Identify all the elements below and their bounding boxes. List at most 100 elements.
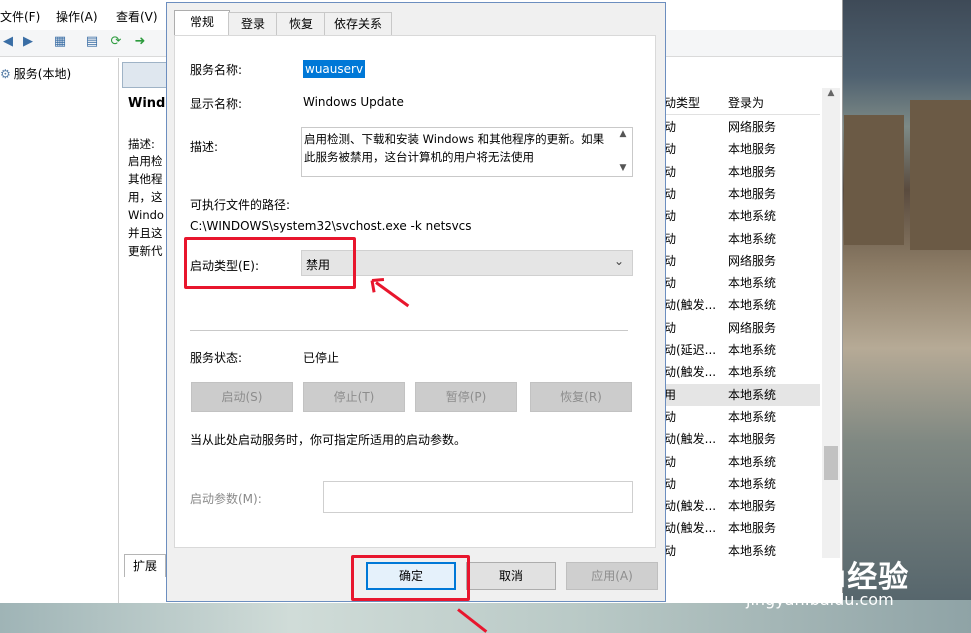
table-row[interactable]: 动 本地系统 — [664, 473, 820, 495]
service-name-label: 服务名称: — [190, 63, 243, 77]
properties-icon[interactable]: ▤ — [84, 34, 100, 50]
list-header: 动类型 登录为 — [660, 88, 820, 115]
row-logon-as: 本地系统 — [728, 276, 777, 291]
row-startup-type: 动(触发... — [664, 499, 717, 514]
tab-general[interactable]: 常规 — [174, 10, 230, 37]
apply-button[interactable]: 应用(A) — [566, 562, 658, 590]
tab-logon[interactable]: 登录 — [228, 12, 278, 35]
table-row[interactable]: 动(触发... 本地系统 — [664, 294, 820, 316]
back-icon[interactable]: ◀ — [0, 34, 16, 50]
annotation-box-ok — [351, 555, 470, 601]
table-row[interactable]: 动 本地系统 — [664, 272, 820, 294]
menu-file[interactable]: 文件(F) — [0, 8, 40, 25]
tab-recovery[interactable]: 恢复 — [276, 12, 326, 35]
scroll-up-icon[interactable]: ▲ — [615, 128, 631, 140]
row-startup-type: 动 — [664, 276, 677, 291]
tab-dependencies[interactable]: 依存关系 — [324, 12, 392, 35]
table-row[interactable]: 动 本地服务 — [664, 161, 820, 183]
column-logon-as[interactable]: 登录为 — [728, 94, 764, 111]
console-tree: ⚙ 服务(本地) — [0, 58, 119, 603]
description-scrollbar[interactable]: ▲ ▼ — [615, 128, 631, 176]
row-startup-type: 动 — [664, 120, 677, 134]
console-tree-icon[interactable]: ▦ — [52, 34, 68, 50]
refresh-icon[interactable]: ⟳ — [108, 34, 124, 50]
table-row[interactable]: 动 本地系统 — [664, 451, 820, 473]
service-name-value[interactable]: wuauserv — [303, 60, 366, 78]
row-logon-as: 本地服务 — [728, 142, 777, 157]
column-startup-type[interactable]: 动类型 — [664, 94, 700, 111]
table-row[interactable]: 动(延迟... 本地系统 — [664, 339, 820, 361]
background-photo — [840, 0, 971, 633]
tree-item-services-local[interactable]: ⚙ 服务(本地) — [0, 64, 116, 84]
row-startup-type: 动(触发... — [664, 432, 717, 447]
row-startup-type: 动 — [664, 253, 677, 268]
table-row[interactable]: 动 本地系统 — [664, 205, 820, 227]
tab-extended[interactable]: 扩展 — [124, 554, 166, 577]
general-tab-page — [174, 35, 656, 548]
start-button[interactable]: 启动(S) — [191, 382, 293, 412]
scrollbar-thumb[interactable] — [824, 446, 838, 480]
row-startup-type: 动 — [664, 142, 677, 157]
hut-shape — [910, 100, 971, 250]
table-row[interactable]: 用 本地系统 — [664, 383, 820, 406]
row-logon-as: 本地系统 — [728, 387, 777, 402]
row-logon-as: 本地系统 — [728, 454, 777, 469]
cancel-button[interactable]: 取消 — [466, 562, 556, 590]
row-startup-type: 用 — [664, 387, 677, 402]
row-startup-type: 动 — [664, 476, 677, 491]
table-row[interactable]: 动 网络服务 — [664, 317, 820, 339]
menu-action[interactable]: 操作(A) — [56, 8, 98, 25]
row-logon-as: 本地系统 — [728, 365, 777, 380]
table-row[interactable]: 动 本地服务 — [664, 138, 820, 160]
hut-shape — [844, 115, 904, 245]
start-params-hint: 当从此处启动服务时，你可指定所适用的启动参数。 — [190, 433, 467, 447]
table-row[interactable]: 动 本地系统 — [664, 406, 820, 428]
service-status-value: 已停止 — [303, 351, 340, 365]
table-row[interactable]: 动(触发... 本地服务 — [664, 428, 820, 450]
gear-icon: ⚙ — [0, 67, 11, 81]
menu-view[interactable]: 查看(V) — [116, 8, 158, 25]
row-startup-type: 动 — [664, 186, 677, 201]
table-row[interactable]: 动 网络服务 — [664, 116, 820, 138]
chevron-down-icon[interactable]: ⌄ — [614, 254, 624, 268]
row-logon-as: 本地服务 — [728, 499, 777, 514]
row-startup-type: 动(触发... — [664, 365, 717, 380]
display-name-value[interactable]: Windows Update — [303, 95, 404, 109]
pause-button[interactable]: 暂停(P) — [415, 382, 517, 412]
row-logon-as: 网络服务 — [728, 120, 777, 134]
service-status-label: 服务状态: — [190, 351, 243, 365]
table-row[interactable]: 动 网络服务 — [664, 250, 820, 272]
table-row[interactable]: 动 本地服务 — [664, 183, 820, 205]
scroll-up-icon[interactable]: ▲ — [822, 88, 840, 98]
row-startup-type: 动(触发... — [664, 521, 717, 536]
row-logon-as: 本地服务 — [728, 432, 777, 447]
row-startup-type: 动 — [664, 320, 677, 335]
row-startup-type: 动 — [664, 164, 677, 179]
start-params-label: 启动参数(M): — [190, 492, 262, 506]
row-logon-as: 网络服务 — [728, 253, 777, 268]
display-name-label: 显示名称: — [190, 97, 243, 111]
row-logon-as: 本地服务 — [728, 521, 777, 536]
description-text: 启用检测、下载和安装 Windows 和其他程序的更新。如果此服务被禁用，这台计… — [304, 132, 605, 164]
row-logon-as: 本地系统 — [728, 343, 777, 357]
pane-header — [122, 62, 172, 88]
table-row[interactable]: 动 本地系统 — [664, 228, 820, 250]
row-logon-as: 本地系统 — [728, 476, 777, 491]
row-logon-as: 本地服务 — [728, 186, 777, 201]
divider — [190, 330, 628, 331]
row-logon-as: 本地系统 — [728, 231, 777, 246]
resume-button[interactable]: 恢复(R) — [530, 382, 632, 412]
export-icon[interactable]: ➜ — [132, 34, 148, 50]
tree-item-label: 服务(本地) — [13, 67, 72, 81]
start-params-input[interactable] — [323, 481, 633, 513]
table-row[interactable]: 动(触发... 本地服务 — [664, 517, 820, 539]
exe-path-value[interactable]: C:\WINDOWS\system32\svchost.exe -k netsv… — [190, 219, 472, 233]
table-row[interactable]: 动(触发... 本地系统 — [664, 361, 820, 383]
exe-path-label: 可执行文件的路径: — [190, 198, 291, 212]
row-startup-type: 动 — [664, 231, 677, 246]
table-row[interactable]: 动(触发... 本地服务 — [664, 495, 820, 517]
scroll-down-icon[interactable]: ▼ — [615, 162, 631, 174]
forward-icon[interactable]: ▶ — [20, 34, 36, 50]
stop-button[interactable]: 停止(T) — [303, 382, 405, 412]
list-scrollbar[interactable]: ▲ — [822, 88, 840, 558]
